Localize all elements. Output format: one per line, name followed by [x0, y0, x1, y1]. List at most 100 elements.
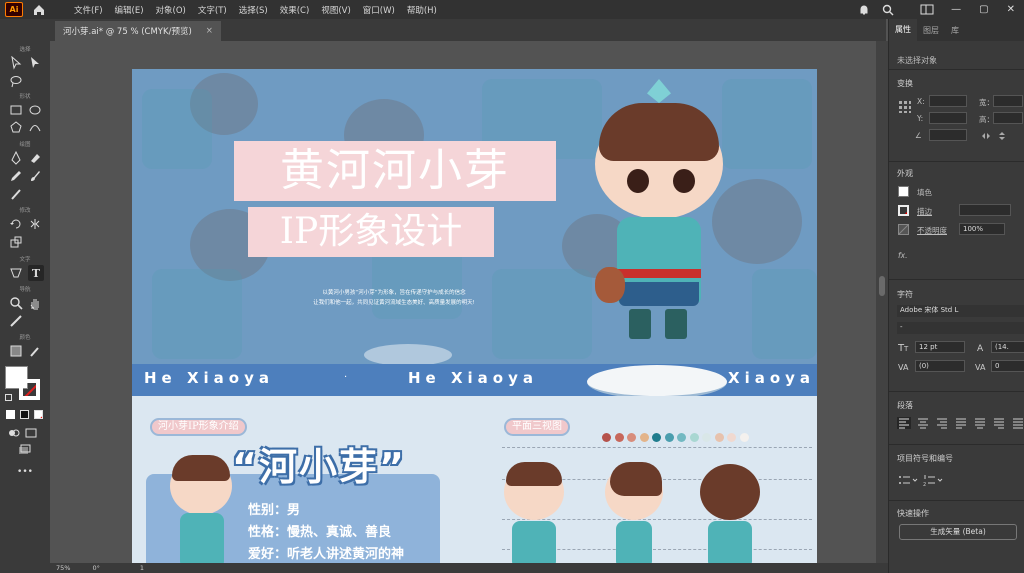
y-field[interactable]	[929, 112, 967, 124]
maximize-button[interactable]: ▢	[979, 4, 988, 15]
width-field[interactable]	[993, 95, 1023, 107]
justify-left-icon[interactable]	[954, 417, 968, 429]
character-gem	[647, 79, 671, 103]
lasso-tool-icon[interactable]	[9, 74, 23, 88]
opacity-field[interactable]: 100%	[959, 223, 1005, 235]
menu-item[interactable]: 文件(F)	[68, 4, 109, 16]
justify-right-icon[interactable]	[992, 417, 1006, 429]
draw-mode-icon[interactable]	[7, 426, 21, 440]
svg-text:VA: VA	[975, 363, 986, 372]
align-left-icon[interactable]	[897, 417, 911, 429]
hand-tool-icon[interactable]	[28, 296, 42, 310]
default-colors-icon[interactable]	[5, 394, 12, 401]
blob-brush-tool-icon[interactable]	[9, 187, 23, 201]
color-picker-icon[interactable]	[28, 344, 42, 358]
zoom-tool-icon[interactable]	[9, 296, 23, 310]
bell-icon[interactable]	[858, 4, 870, 16]
artboard-number[interactable]: 1	[140, 564, 144, 572]
angle-field[interactable]	[929, 129, 967, 141]
numbered-list-icon[interactable]: 2	[923, 474, 945, 486]
eyedropper-tool-icon[interactable]	[9, 314, 23, 328]
views-label: 平面三视图	[504, 418, 570, 436]
brush-tool-icon[interactable]	[28, 169, 42, 183]
vertical-scrollbar[interactable]	[876, 41, 888, 563]
tab-libraries[interactable]: 库	[945, 25, 965, 36]
menu-item[interactable]: 编辑(E)	[109, 4, 150, 16]
palette-swatch	[702, 433, 711, 442]
workspace-icon[interactable]	[920, 4, 934, 15]
height-field[interactable]	[993, 112, 1023, 124]
fx-label[interactable]: fx.	[898, 251, 907, 260]
polygon-tool-icon[interactable]	[9, 120, 23, 134]
edit-toolbar-icon[interactable]	[17, 443, 31, 457]
close-tab-icon[interactable]: ×	[206, 26, 213, 36]
rotation-value[interactable]: 0°	[92, 564, 99, 572]
shaper-tool-icon[interactable]	[28, 120, 42, 134]
stroke-weight-field[interactable]	[959, 204, 1011, 216]
menu-item[interactable]: 文字(T)	[192, 4, 233, 16]
reflect-tool-icon[interactable]	[28, 217, 42, 231]
flip-vertical-icon[interactable]	[997, 131, 1007, 141]
menu-item[interactable]: 视图(V)	[315, 4, 356, 16]
flip-horizontal-icon[interactable]	[981, 131, 991, 141]
align-center-icon[interactable]	[916, 417, 930, 429]
gradient-tool-icon[interactable]	[9, 266, 23, 280]
pencil-tool-icon[interactable]	[9, 169, 23, 183]
font-size-icon: TT	[898, 343, 909, 353]
font-style-field[interactable]: -	[897, 322, 1024, 334]
tab-layers[interactable]: 图层	[917, 25, 945, 36]
reference-point-icon[interactable]	[898, 100, 912, 114]
artboard[interactable]: 黄河河小芽 IP形象设计 以黄河小男孩“河小芽”为形象，旨在传递守护与成长的信念…	[132, 69, 817, 563]
direct-selection-tool-icon[interactable]	[28, 56, 42, 70]
appearance-title: 外观	[897, 169, 913, 178]
selection-tool-icon[interactable]	[9, 56, 23, 70]
justify-all-icon[interactable]	[1011, 417, 1024, 429]
search-icon[interactable]	[882, 4, 894, 16]
more-tools-icon[interactable]: •••	[0, 467, 50, 477]
menu-item[interactable]: 效果(C)	[274, 4, 316, 16]
home-icon[interactable]	[32, 3, 46, 17]
close-window-button[interactable]: ✕	[1007, 4, 1015, 15]
stroke-swatch[interactable]	[19, 379, 40, 400]
menu-item[interactable]: 选择(S)	[233, 4, 274, 16]
document-tab[interactable]: 河小芽.ai* @ 75 % (CMYK/预览) ×	[55, 21, 221, 41]
zoom-level[interactable]: 75%	[56, 564, 70, 572]
minimize-button[interactable]: —	[951, 4, 961, 15]
strip-text-left: He Xiaoya	[144, 369, 274, 387]
mesh-tool-icon[interactable]	[9, 344, 23, 358]
menu-item[interactable]: 帮助(H)	[401, 4, 443, 16]
color-mode-gradient[interactable]	[20, 410, 29, 419]
fill-color-swatch[interactable]	[898, 186, 909, 197]
scale-tool-icon[interactable]	[9, 235, 23, 249]
menu-item[interactable]: 对象(O)	[150, 4, 192, 16]
pen-tool-icon[interactable]	[9, 151, 23, 165]
font-family-field[interactable]: Adobe 宋体 Std L	[897, 305, 1024, 317]
color-mode-fill[interactable]	[6, 410, 15, 419]
generate-vector-button[interactable]: 生成矢量 (Beta)	[899, 524, 1017, 540]
font-size-field[interactable]: 12 pt	[915, 341, 965, 353]
stroke-label[interactable]: 描边	[917, 206, 932, 217]
kerning-field[interactable]: (0)	[915, 360, 965, 372]
bullet-list-icon[interactable]	[898, 474, 920, 486]
eraser-tool-icon[interactable]	[28, 151, 42, 165]
stroke-color-swatch[interactable]	[898, 205, 909, 216]
angle-label: ∠	[915, 131, 922, 140]
x-field[interactable]	[929, 95, 967, 107]
opacity-label[interactable]: 不透明度	[917, 225, 947, 236]
tab-properties[interactable]: 属性	[889, 19, 917, 41]
rectangle-tool-icon[interactable]	[9, 103, 23, 117]
type-tool-icon[interactable]: T	[28, 265, 44, 281]
side-view-robe	[616, 521, 652, 563]
leading-field[interactable]: (14.	[991, 341, 1024, 353]
svg-text:2: 2	[923, 482, 926, 486]
scrollbar-thumb[interactable]	[879, 276, 885, 296]
tracking-field[interactable]: 0	[991, 360, 1024, 372]
ellipse-tool-icon[interactable]	[28, 103, 42, 117]
canvas-area[interactable]: 黄河河小芽 IP形象设计 以黄河小男孩“河小芽”为形象，旨在传递守护与成长的信念…	[50, 41, 878, 563]
rotate-tool-icon[interactable]	[9, 217, 23, 231]
align-right-icon[interactable]	[935, 417, 949, 429]
screen-mode-icon[interactable]	[24, 426, 38, 440]
color-mode-none[interactable]	[34, 410, 43, 419]
justify-center-icon[interactable]	[973, 417, 987, 429]
menu-item[interactable]: 窗口(W)	[357, 4, 401, 16]
